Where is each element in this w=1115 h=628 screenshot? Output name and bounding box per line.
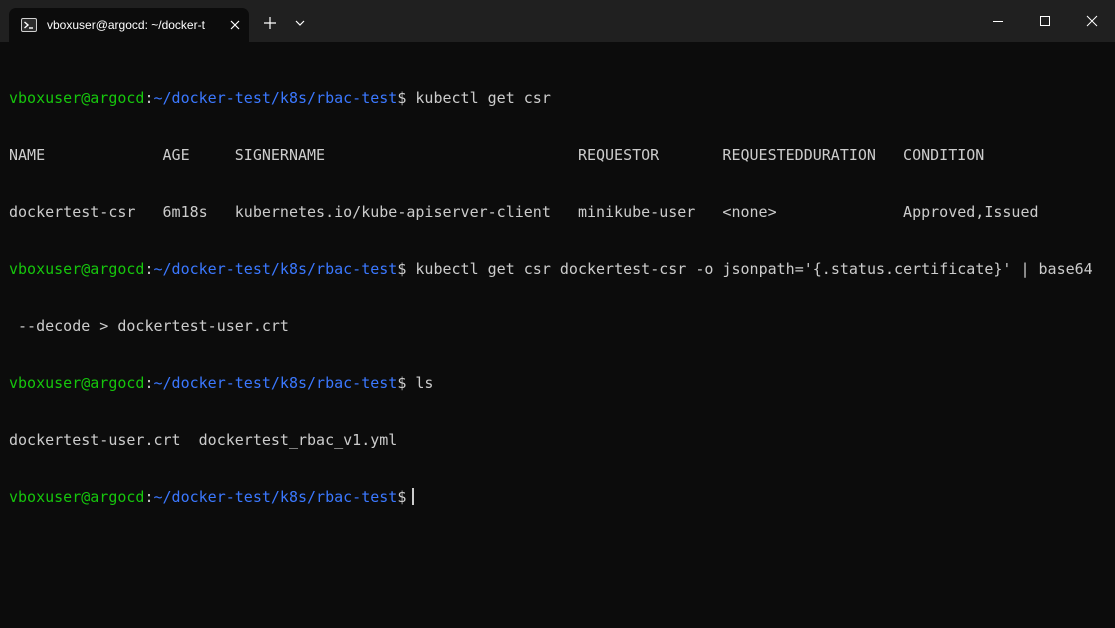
- prompt-user-host: vboxuser@argocd: [9, 374, 145, 392]
- prompt-path: ~/docker-test/k8s/rbac-test: [153, 260, 398, 278]
- close-window-button[interactable]: [1069, 0, 1115, 42]
- tab-title: vboxuser@argocd: ~/docker-t: [47, 18, 205, 32]
- minimize-button[interactable]: [975, 0, 1021, 42]
- powershell-icon: [21, 17, 37, 33]
- text-cursor: [412, 488, 415, 505]
- prompt-line: vboxuser@argocd:~/docker-test/k8s/rbac-t…: [9, 488, 1115, 507]
- prompt-colon: :: [144, 89, 154, 107]
- prompt-colon: :: [144, 488, 154, 506]
- prompt-line: vboxuser@argocd:~/docker-test/k8s/rbac-t…: [9, 374, 1115, 393]
- prompt-path: ~/docker-test/k8s/rbac-test: [153, 89, 398, 107]
- prompt-line: vboxuser@argocd:~/docker-test/k8s/rbac-t…: [9, 260, 1115, 279]
- title-bar: vboxuser@argocd: ~/docker-t: [0, 0, 1115, 42]
- prompt-symbol: $: [397, 488, 407, 506]
- output-line: dockertest-user.crt dockertest_rbac_v1.y…: [9, 431, 398, 449]
- command-text: ls: [406, 374, 434, 392]
- output-line: --decode > dockertest-user.crt: [9, 317, 289, 335]
- prompt-line: vboxuser@argocd:~/docker-test/k8s/rbac-t…: [9, 89, 1115, 108]
- prompt-path: ~/docker-test/k8s/rbac-test: [153, 374, 398, 392]
- prompt-colon: :: [144, 260, 154, 278]
- prompt-user-host: vboxuser@argocd: [9, 260, 145, 278]
- maximize-button[interactable]: [1022, 0, 1068, 42]
- terminal-window: vboxuser@argocd: ~/docker-t vboxuser@arg…: [0, 0, 1115, 628]
- output-line: NAME AGE SIGNERNAME REQUESTOR REQUESTEDD…: [9, 146, 985, 164]
- prompt-colon: :: [144, 374, 154, 392]
- prompt-user-host: vboxuser@argocd: [9, 89, 145, 107]
- prompt-path: ~/docker-test/k8s/rbac-test: [153, 488, 398, 506]
- terminal-output[interactable]: vboxuser@argocd:~/docker-test/k8s/rbac-t…: [0, 42, 1115, 628]
- prompt-user-host: vboxuser@argocd: [9, 488, 145, 506]
- tab-close-icon[interactable]: [227, 17, 243, 33]
- chevron-down-icon[interactable]: [288, 11, 312, 35]
- output-line: dockertest-csr 6m18s kubernetes.io/kube-…: [9, 203, 1039, 221]
- new-tab-icon[interactable]: [258, 11, 282, 35]
- command-text: kubectl get csr dockertest-csr -o jsonpa…: [406, 260, 1093, 278]
- command-text: kubectl get csr: [406, 89, 551, 107]
- tab-terminal[interactable]: vboxuser@argocd: ~/docker-t: [9, 8, 249, 42]
